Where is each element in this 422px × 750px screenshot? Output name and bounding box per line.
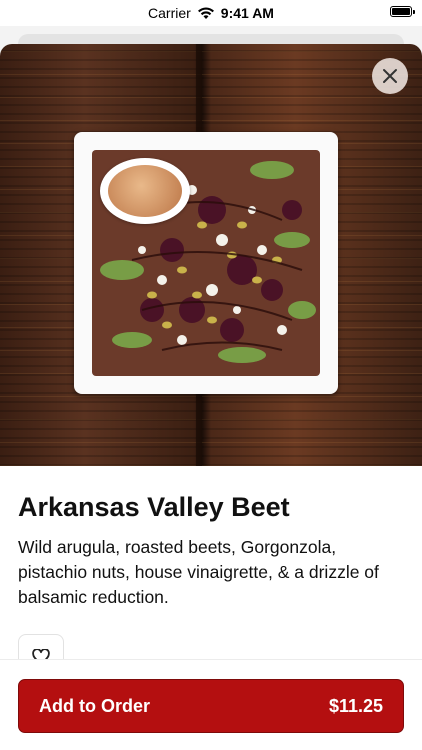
order-footer: Add to Order $11.25 [0, 659, 422, 750]
item-price: $11.25 [328, 695, 383, 716]
vinaigrette [108, 165, 182, 217]
carrier-label: Carrier [148, 5, 191, 21]
salad-plate [74, 132, 338, 394]
item-detail-sheet: Arkansas Valley Beet Wild arugula, roast… [0, 44, 422, 750]
add-to-order-button[interactable]: Add to Order $11.25 [18, 679, 404, 733]
item-description: Wild arugula, roasted beets, Gorgonzola,… [18, 537, 379, 607]
close-button[interactable] [372, 58, 408, 94]
item-title: Arkansas Valley Beet [18, 492, 290, 522]
status-bar: Carrier 9:41 AM [0, 0, 422, 26]
item-details: Arkansas Valley Beet Wild arugula, roast… [18, 492, 404, 610]
item-image [0, 44, 422, 466]
battery-icon [390, 6, 415, 17]
status-center: Carrier 9:41 AM [148, 5, 274, 21]
close-icon [383, 69, 397, 83]
plate-inner [92, 150, 320, 376]
status-time: 9:41 AM [220, 5, 274, 21]
wifi-icon [197, 7, 214, 19]
dressing-cup [100, 158, 190, 224]
add-to-order-label: Add to Order [39, 695, 150, 716]
